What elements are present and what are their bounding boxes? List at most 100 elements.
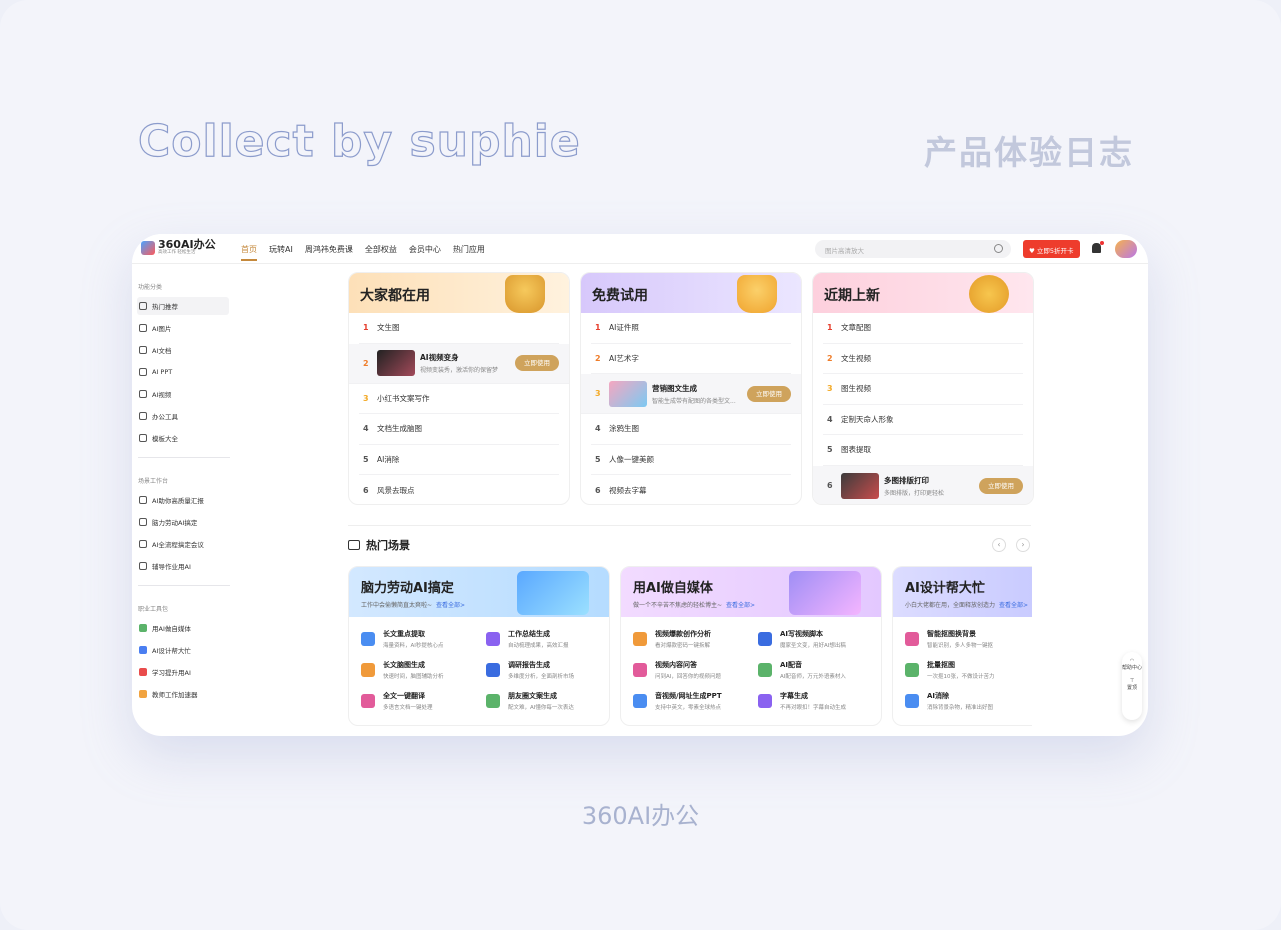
sidebar-item[interactable]: 用AI做自媒体 (137, 619, 232, 637)
notification-bell-icon[interactable] (1092, 241, 1104, 253)
ranking-item[interactable]: 3 营销图文生成 智能生成带有配图的各类型文... 立即使用 (581, 374, 801, 414)
ranking-item[interactable]: 2 AI艺术字 (591, 344, 791, 374)
sidebar-item[interactable]: 辅导作业用AI (137, 557, 232, 575)
app-logo[interactable]: 360AI办公 高效工作 轻松生活 (141, 239, 216, 256)
sidebar-item[interactable]: AI全流程搞定会议 (137, 535, 232, 553)
scene-card-subtitle-text: 工作中会偷懒简直太爽啦~ (361, 602, 433, 609)
ranking-item[interactable]: 5 人像一键美颜 (591, 445, 791, 475)
use-now-button[interactable]: 立即使用 (979, 477, 1023, 494)
sidebar-item-label: AI全流程搞定会议 (152, 541, 204, 549)
rank-number: 2 (595, 353, 601, 363)
use-now-button[interactable]: 立即使用 (747, 385, 791, 402)
scene-card[interactable]: 用AI做自媒体 做一个不辛苦不焦虑的轻松博主~ 查看全部> 视频爆款创作分析 看对爆款密… (620, 566, 882, 726)
search-icon[interactable] (994, 244, 1003, 253)
tool-text: 批量抠图 一次抠10张，不做设计苦力 (927, 660, 995, 680)
sidebar-item[interactable]: 脑力劳动AI搞定 (137, 513, 232, 531)
view-all-link[interactable]: 查看全部> (726, 602, 755, 609)
ranking-item[interactable]: 6 多图排版打印 多图排版，打印更轻松 立即使用 (813, 465, 1033, 504)
scene-tool-item[interactable]: AI配音 AI配音师，万元外语素材入 (758, 654, 869, 685)
sidebar-item[interactable]: 学习提升用AI (137, 663, 232, 681)
tool-icon (758, 693, 772, 708)
ranking-item[interactable]: 1 AI证件照 (591, 313, 791, 344)
help-center-label: 帮助中心 (1122, 665, 1143, 671)
scene-tool-item[interactable]: 字幕生成 不再对眼扣！字幕自动生成 (758, 685, 869, 716)
tool-description: 海量资料，AI秒提核心点 (383, 642, 444, 649)
ranking-item[interactable]: 1 文生图 (359, 313, 559, 344)
scene-tool-item[interactable]: 全文一键翻译 多语言文档一键处理 (361, 685, 472, 716)
nav-item[interactable]: 周鸿祎免费课 (305, 244, 353, 261)
tool-title: 音视频/网址生成PPT (655, 691, 722, 700)
scene-card[interactable]: AI设计帮大忙 小白大佬都在用，全面释放创造力 查看全部> 智能抠图换背景 智能识别，多… (892, 566, 1032, 726)
sidebar-item[interactable]: AI助你高质量汇报 (137, 491, 232, 509)
scene-tool-item[interactable]: 工作总结生成 自动梳理成果，高效汇报 (486, 623, 597, 654)
user-avatar[interactable] (1115, 240, 1137, 258)
item-description: 视频变装秀，激活你的保留梦 (420, 367, 499, 374)
nav-item[interactable]: 玩转AI (269, 244, 293, 261)
ranking-item[interactable]: 6 风景去瑕点 (359, 475, 559, 504)
sidebar-item[interactable]: 模板大全 (137, 429, 232, 447)
scene-tool-item[interactable]: AI消除 消除背景杂物，精准出好图 (905, 685, 1020, 716)
ranking-item[interactable]: 4 涂鸦生图 (591, 414, 791, 445)
help-center-button[interactable]: ◠ 帮助中心 (1122, 658, 1142, 672)
sidebar-item[interactable]: 办公工具 (137, 407, 232, 425)
ranking-item[interactable]: 6 视频去字幕 (591, 475, 791, 504)
scenes-prev-button[interactable]: ‹ (992, 538, 1006, 552)
ranking-item[interactable]: 4 定制天命人形象 (823, 405, 1023, 435)
scene-tool-item[interactable]: 视频爆款创作分析 看对爆款密码一键拆解 (633, 623, 744, 654)
arrow-up-icon: ⊤ (1129, 678, 1135, 684)
tool-text: AI写视频脚本 魔家圣文变，用好AI想出稿 (780, 629, 846, 649)
nav-item[interactable]: 会员中心 (409, 244, 441, 261)
sidebar-item-label: 用AI做自媒体 (152, 625, 191, 633)
tool-description: 配文难，AI懂你每一次表达 (508, 704, 574, 711)
nav-item[interactable]: 首页 (241, 244, 257, 261)
vip-open-card-button[interactable]: ♥ 立即5折开卡 (1023, 240, 1080, 258)
scene-tool-item[interactable]: 长文重点提取 海量资料，AI秒提核心点 (361, 623, 472, 654)
scene-tool-item[interactable]: 批量抠图 一次抠10张，不做设计苦力 (905, 654, 1020, 685)
sidebar-item[interactable]: AI文档 (137, 341, 232, 359)
view-all-link[interactable]: 查看全部> (999, 602, 1028, 609)
tool-icon (758, 631, 772, 646)
sidebar-item[interactable]: 教师工作加速器 (137, 685, 232, 703)
vip-button-label: 立即5折开卡 (1036, 247, 1074, 255)
sidebar-item-label: AI图片 (152, 325, 172, 333)
scene-tool-item[interactable]: 朋友圈文案生成配文难，AI懂你每一次表达 (486, 685, 597, 716)
sidebar-item-icon (139, 562, 147, 570)
use-now-button[interactable]: 立即使用 (515, 355, 559, 371)
scene-tool-item[interactable]: 音视频/网址生成PPT 支持中英文，零素全球热点 (633, 685, 744, 716)
sidebar-item-label: 脑力劳动AI搞定 (152, 519, 198, 527)
ranking-item-label: 视频去字幕 (609, 485, 647, 495)
scene-card[interactable]: 脑力劳动AI搞定 工作中会偷懒简直太爽啦~ 查看全部> 长文重点提取 海量资料，AI秒提… (348, 566, 610, 726)
sidebar-item[interactable]: 热门推荐 (137, 297, 229, 315)
sidebar-item[interactable]: AI PPT (137, 363, 232, 381)
scene-tool-item[interactable]: 长文脑图生成 快速时间，脑图辅助分析 (361, 654, 472, 685)
scene-tool-item[interactable]: 智能抠图换背景 智能识别，多人多物一键抠 (905, 623, 1020, 654)
sidebar-item[interactable]: AI视频 (137, 385, 232, 403)
sidebar-item-icon (139, 412, 147, 420)
scenes-next-button[interactable]: › (1016, 538, 1030, 552)
nav-item[interactable]: 热门应用 (453, 244, 485, 261)
ranking-item[interactable]: 2 文生视频 (823, 344, 1023, 374)
ranking-item[interactable]: 5 图表提取 (823, 435, 1023, 466)
tool-title: 朋友圈文案生成 (508, 691, 557, 700)
nav-item[interactable]: 全部权益 (365, 244, 397, 261)
sidebar-item[interactable]: AI图片 (137, 319, 232, 337)
back-to-top-button[interactable]: ⊤ 置顶 (1122, 678, 1142, 692)
view-all-link[interactable]: 查看全部> (436, 602, 465, 609)
search-input[interactable]: 图片高清放大 (815, 240, 1011, 258)
item-description: 多图排版，打印更轻松 (884, 489, 945, 497)
sidebar-item[interactable]: AI设计帮大忙 (137, 641, 232, 659)
scene-tool-item[interactable]: 视频内容问答 问到AI，回答你的视频问题 (633, 654, 744, 685)
ranking-item-label: 小红书文案写作 (377, 393, 430, 403)
scene-tool-item[interactable]: 调研报告生成 多维度分析，全面剖析市场 (486, 654, 597, 685)
tool-text: AI消除 消除背景杂物，精准出好图 (927, 691, 993, 711)
ranking-item-label: 涂鸦生图 (609, 424, 639, 434)
scene-tool-item[interactable]: AI写视频脚本 魔家圣文变，用好AI想出稿 (758, 623, 869, 654)
ranking-item[interactable]: 4 文档生成脑图 (359, 414, 559, 445)
ranking-item[interactable]: 2 AI视频变身 视频变装秀，激活你的保留梦 立即使用 (349, 343, 569, 384)
ranking-item[interactable]: 5 AI消除 (359, 445, 559, 475)
ranking-item[interactable]: 3 图生视频 (823, 374, 1023, 405)
scene-card-header: 脑力劳动AI搞定 工作中会偷懒简直太爽啦~ 查看全部> (349, 567, 609, 617)
ranking-item[interactable]: 1 文章配图 (823, 313, 1023, 344)
sidebar-item-icon (139, 540, 147, 548)
ranking-item[interactable]: 3 小红书文案写作 (359, 384, 559, 414)
